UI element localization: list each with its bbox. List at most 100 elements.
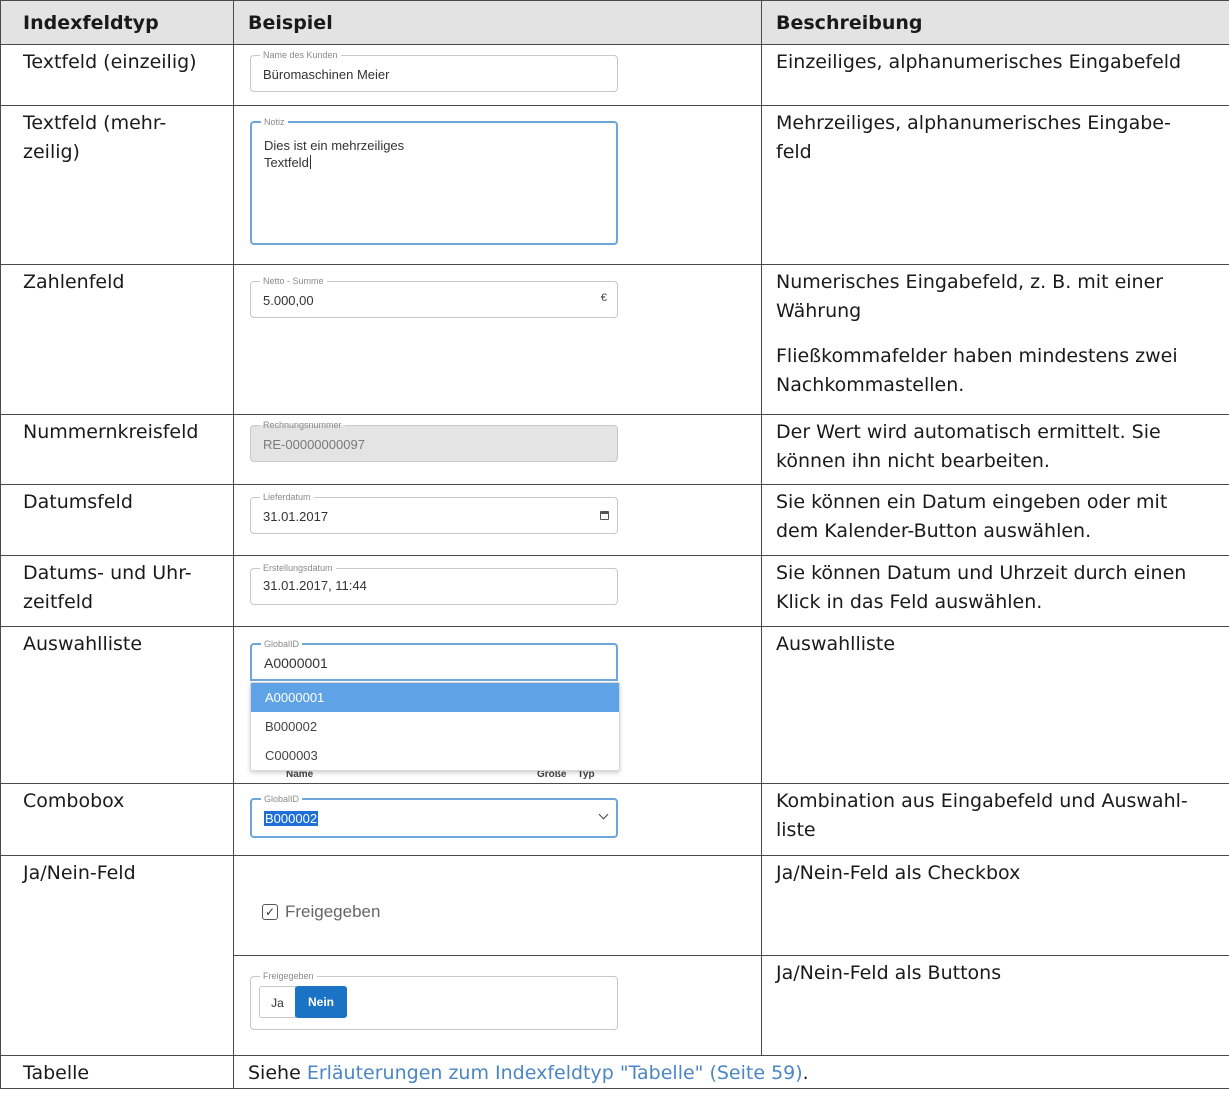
table-reference-link[interactable]: Erläuterungen zum Indexfeldtyp "Tabelle"… bbox=[307, 1062, 803, 1084]
type-yesno: Ja/Nein-Feld bbox=[0, 855, 234, 1056]
calendar-icon[interactable] bbox=[600, 511, 609, 520]
no-button[interactable]: Nein bbox=[295, 986, 347, 1018]
type-select: Auswahlliste bbox=[0, 626, 234, 784]
type-text-multi: Textfeld (mehr- zeilig) bbox=[0, 105, 234, 265]
description-text-single: Einzeiliges, alphanumerisches Eingabefel… bbox=[761, 44, 1229, 106]
example-text-single: Name des Kunden Büromaschinen Meier bbox=[233, 44, 762, 106]
type-text-single: Textfeld (einzeilig) bbox=[0, 44, 234, 106]
row-select: Auswahlliste GlobalID A0000001 Name Größ… bbox=[0, 626, 1229, 784]
field-value: 5.000,00 bbox=[263, 293, 314, 308]
row-table: Tabelle Siehe Erläuterungen zum Indexfel… bbox=[0, 1055, 1229, 1089]
textarea-line-text: Textfeld bbox=[264, 155, 309, 170]
field-label: Freigegeben bbox=[260, 970, 317, 982]
description-yesno-checkbox: Ja/Nein-Feld als Checkbox bbox=[761, 855, 1229, 956]
selected-text: B000002 bbox=[264, 811, 319, 826]
field-label: GlobalID bbox=[261, 638, 303, 650]
text-cursor bbox=[309, 155, 311, 169]
description-line: können ihn nicht bearbeiten. bbox=[776, 450, 1050, 472]
field-label: Lieferdatum bbox=[260, 491, 314, 503]
yes-no-buttons: Ja Nein bbox=[259, 986, 347, 1018]
row-sequence: Nummernkreisfeld Rechnungsnummer RE-0000… bbox=[0, 414, 1229, 485]
example-text-multi: Notiz Dies ist ein mehrzeiliges Textfeld bbox=[233, 105, 762, 265]
field-value: 31.01.2017, 11:44 bbox=[263, 578, 367, 593]
description-select: Auswahlliste bbox=[761, 626, 1229, 784]
checkbox-label: Freigegeben bbox=[285, 902, 381, 921]
example-select: GlobalID A0000001 Name Größe Typ A000000… bbox=[233, 626, 762, 784]
header-type: Indexfeldtyp bbox=[0, 0, 234, 45]
type-table: Tabelle bbox=[0, 1055, 234, 1089]
select-option[interactable]: B000002 bbox=[251, 712, 619, 741]
chevron-down-icon[interactable] bbox=[598, 809, 609, 820]
select-option[interactable]: A0000001 bbox=[251, 683, 619, 712]
field-value: A0000001 bbox=[264, 655, 328, 671]
row-yesno-checkbox: Ja/Nein-Feld ✓ Freigegeben Ja/Nein-Feld … bbox=[0, 855, 1229, 1056]
description-line: Nachkommastellen. bbox=[776, 374, 965, 396]
example-sequence: Rechnungsnummer RE-00000000097 bbox=[233, 414, 762, 485]
type-line: zeitfeld bbox=[23, 591, 94, 613]
description-line: Fließkommafelder haben mindestens zwei bbox=[776, 345, 1178, 367]
description-combobox: Kombination aus Eingabefeld und Auswahl-… bbox=[761, 783, 1229, 856]
description-line: dem Kalender-Button auswählen. bbox=[776, 520, 1092, 542]
type-datetime: Datums- und Uhr- zeitfeld bbox=[0, 555, 234, 627]
released-checkbox[interactable]: ✓ Freigegeben bbox=[262, 897, 380, 926]
description-line: Sie können ein Datum eingeben oder mit bbox=[776, 491, 1168, 513]
field-label: Rechnungsnummer bbox=[260, 419, 345, 431]
description-line: Sie können Datum und Uhrzeit durch einen bbox=[776, 562, 1187, 584]
row-datetime: Datums- und Uhr- zeitfeld Erstellungsdat… bbox=[0, 555, 1229, 627]
net-sum-field[interactable]: Netto - Summe 5.000,00 € bbox=[250, 275, 618, 318]
example-number: Netto - Summe 5.000,00 € bbox=[233, 264, 762, 415]
type-date: Datumsfeld bbox=[0, 484, 234, 556]
header-row: Indexfeldtyp Beispiel Beschreibung bbox=[0, 0, 1229, 45]
description-datetime: Sie können Datum und Uhrzeit durch einen… bbox=[761, 555, 1229, 627]
delivery-date-field[interactable]: Lieferdatum 31.01.2017 bbox=[250, 491, 618, 534]
description-line: liste bbox=[776, 819, 816, 841]
textarea-content: Dies ist ein mehrzeiliges Textfeld bbox=[264, 137, 404, 171]
description-line: Klick in das Feld auswählen. bbox=[776, 591, 1043, 613]
index-field-types-table: Indexfeldtyp Beispiel Beschreibung Textf… bbox=[0, 0, 1229, 1089]
field-label: Netto - Summe bbox=[260, 275, 327, 287]
description-date: Sie können ein Datum eingeben oder mit d… bbox=[761, 484, 1229, 556]
example-yesno-checkbox: ✓ Freigegeben bbox=[233, 855, 762, 956]
released-toggle-group: Freigegeben Ja Nein bbox=[250, 970, 618, 1030]
type-line: zeilig) bbox=[23, 141, 80, 163]
description-line: Numerisches Eingabefeld, z. B. mit einer bbox=[776, 271, 1164, 293]
description-line: Mehrzeiliges, alphanumerisches Eingabe- bbox=[776, 112, 1171, 134]
description-line: feld bbox=[776, 141, 812, 163]
example-date: Lieferdatum 31.01.2017 bbox=[233, 484, 762, 556]
description-sequence: Der Wert wird automatisch ermittelt. Sie… bbox=[761, 414, 1229, 485]
description-line: Kombination aus Eingabefeld und Auswahl- bbox=[776, 790, 1188, 812]
row-text-single: Textfeld (einzeilig) Name des Kunden Bür… bbox=[0, 44, 1229, 106]
type-line: Textfeld (mehr- bbox=[23, 112, 167, 134]
reference-prefix: Siehe bbox=[248, 1062, 307, 1084]
creation-date-field[interactable]: Erstellungsdatum 31.01.2017, 11:44 bbox=[250, 562, 618, 605]
field-label: Erstellungsdatum bbox=[260, 562, 336, 574]
yes-button[interactable]: Ja bbox=[259, 986, 296, 1018]
field-value: RE-00000000097 bbox=[263, 437, 365, 452]
row-combobox: Combobox GlobalID B000002 Kombination au… bbox=[0, 783, 1229, 856]
header-example: Beispiel bbox=[233, 0, 762, 45]
check-icon[interactable]: ✓ bbox=[262, 903, 278, 920]
currency-symbol: € bbox=[600, 292, 607, 304]
note-textarea[interactable]: Notiz Dies ist ein mehrzeiliges Textfeld bbox=[250, 116, 618, 245]
field-value: Büromaschinen Meier bbox=[263, 67, 390, 82]
globalid-combobox[interactable]: GlobalID B000002 bbox=[250, 793, 618, 838]
description-yesno-buttons: Ja/Nein-Feld als Buttons bbox=[761, 955, 1229, 1056]
field-label: Notiz bbox=[261, 116, 288, 128]
header-description: Beschreibung bbox=[761, 0, 1229, 45]
field-label: Name des Kunden bbox=[260, 49, 341, 61]
description-text-multi: Mehrzeiliges, alphanumerisches Eingabe- … bbox=[761, 105, 1229, 265]
customer-name-field[interactable]: Name des Kunden Büromaschinen Meier bbox=[250, 49, 618, 92]
row-number: Zahlenfeld Netto - Summe 5.000,00 € Nume… bbox=[0, 264, 1229, 415]
combobox-value: B000002 bbox=[264, 811, 319, 827]
type-combobox: Combobox bbox=[0, 783, 234, 856]
field-value: 31.01.2017 bbox=[263, 509, 329, 524]
example-datetime: Erstellungsdatum 31.01.2017, 11:44 bbox=[233, 555, 762, 627]
textarea-line: Dies ist ein mehrzeiliges bbox=[264, 138, 405, 153]
type-number: Zahlenfeld bbox=[0, 264, 234, 415]
textarea-line: Textfeld bbox=[264, 154, 404, 171]
select-option[interactable]: C000003 bbox=[251, 741, 619, 770]
description-line: Währung bbox=[776, 300, 862, 322]
field-label: GlobalID bbox=[261, 793, 303, 805]
select-dropdown: A0000001 B000002 C000003 bbox=[250, 682, 620, 771]
globalid-select[interactable]: GlobalID A0000001 bbox=[250, 638, 618, 681]
